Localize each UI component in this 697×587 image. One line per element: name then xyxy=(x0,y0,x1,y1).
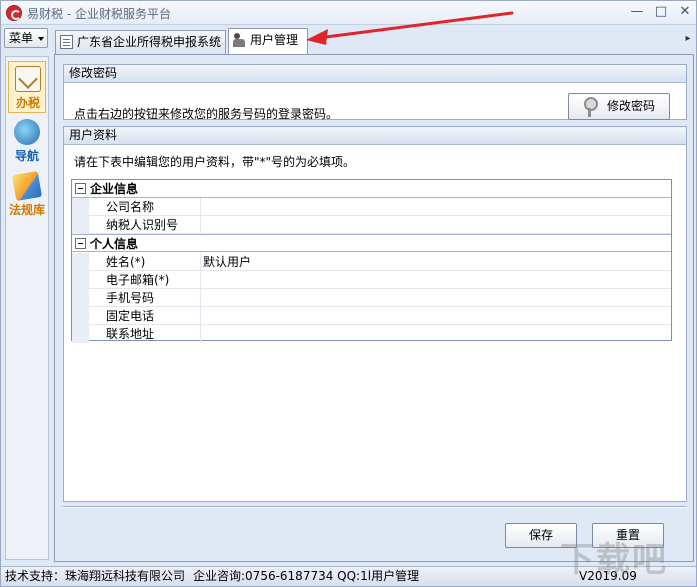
property-row[interactable]: 纳税人识别号 xyxy=(72,216,671,234)
reset-button[interactable]: 重置 xyxy=(592,523,664,548)
change-password-panel: 修改密码 点击右边的按钮来修改您的服务号码的登录密码。 修改密码 xyxy=(63,64,687,121)
profile-description: 请在下表中编辑您的用户资料，带"*"号的为必填项。 xyxy=(74,155,356,169)
property-grid: 企业信息 公司名称 纳税人识别号 个人信息 姓名(*) 默认用户 电子邮箱(*)… xyxy=(71,179,672,343)
row-gutter xyxy=(72,216,89,234)
save-button[interactable]: 保存 xyxy=(505,523,577,548)
tab-tax-filing[interactable]: 广东省企业所得税申报系统 xyxy=(55,30,226,54)
users-icon xyxy=(233,33,246,47)
email-field[interactable] xyxy=(202,271,670,289)
name-field[interactable]: 默认用户 xyxy=(202,253,670,271)
tax-edit-icon xyxy=(15,66,41,92)
row-gutter xyxy=(72,271,89,289)
property-name: 公司名称 xyxy=(89,198,201,216)
tab-label: 广东省企业所得税申报系统 xyxy=(77,35,222,49)
maximize-button[interactable]: □ xyxy=(652,3,670,21)
property-name: 手机号码 xyxy=(89,289,201,307)
panel-title: 修改密码 xyxy=(64,65,686,83)
globe-icon xyxy=(14,119,40,145)
sidebar-item-law-library[interactable]: 法规库 xyxy=(8,169,46,221)
property-name: 纳税人识别号 xyxy=(89,216,201,234)
app-window: 易财税 - 企业财税服务平台 — □ ✕ 菜单 广东省企业所得税申报系统 用户管… xyxy=(0,0,697,587)
button-label: 修改密码 xyxy=(607,99,656,113)
main-content: 修改密码 点击右边的按钮来修改您的服务号码的登录密码。 修改密码 用户资料 请在… xyxy=(54,54,694,562)
sidebar-item-label: 导航 xyxy=(14,149,39,163)
tech-support-text: 技术支持：珠海翔远科技有限公司 xyxy=(5,569,186,583)
panel-title: 用户资料 xyxy=(64,127,686,145)
menu-label: 菜单 xyxy=(9,31,34,45)
law-book-icon xyxy=(11,170,43,202)
key-icon xyxy=(583,97,598,117)
row-gutter xyxy=(72,325,89,343)
address-field[interactable] xyxy=(202,325,670,343)
category-label: 企业信息 xyxy=(90,182,139,196)
property-name: 固定电话 xyxy=(89,307,201,325)
document-icon xyxy=(60,35,73,49)
landline-field[interactable] xyxy=(202,307,670,325)
property-row[interactable]: 联系地址 xyxy=(72,325,671,343)
version-text: V2019.09 xyxy=(579,569,637,583)
tab-scroll-right-button[interactable]: ▸ xyxy=(682,31,694,47)
sidebar-item-label: 法规库 xyxy=(8,203,45,217)
property-name: 联系地址 xyxy=(89,325,201,343)
sidebar-item-label: 办税 xyxy=(15,96,40,110)
company-name-field[interactable] xyxy=(202,198,670,216)
category-row-personal[interactable]: 个人信息 xyxy=(72,234,671,252)
property-row[interactable]: 姓名(*) 默认用户 xyxy=(72,253,671,271)
window-title: 易财税 - 企业财税服务平台 xyxy=(27,7,171,21)
tab-user-management[interactable]: 用户管理 xyxy=(228,28,308,54)
user-profile-panel: 用户资料 请在下表中编辑您的用户资料，带"*"号的为必填项。 企业信息 公司名称… xyxy=(63,126,687,502)
left-sidebar: 办税 导航 法规库 xyxy=(5,56,49,560)
property-name: 电子邮箱(*) xyxy=(89,271,201,289)
minimize-button[interactable]: — xyxy=(628,3,646,21)
change-password-button[interactable]: 修改密码 xyxy=(568,93,670,120)
sidebar-item-navigation[interactable]: 导航 xyxy=(8,115,46,167)
app-logo-icon xyxy=(6,5,22,21)
status-bar: 技术支持：珠海翔远科技有限公司 企业咨询:0756-6187734 QQ:1l用… xyxy=(1,566,696,586)
category-row-company[interactable]: 企业信息 xyxy=(72,180,671,198)
mobile-field[interactable] xyxy=(202,289,670,307)
property-row[interactable]: 固定电话 xyxy=(72,307,671,325)
collapse-icon[interactable] xyxy=(75,238,86,249)
property-row[interactable]: 手机号码 xyxy=(72,289,671,307)
menu-dropdown-button[interactable]: 菜单 xyxy=(4,28,48,48)
password-description: 点击右边的按钮来修改您的服务号码的登录密码。 xyxy=(74,107,339,121)
row-gutter xyxy=(72,253,89,271)
property-row[interactable]: 电子邮箱(*) xyxy=(72,271,671,289)
title-bar[interactable]: 易财税 - 企业财税服务平台 — □ ✕ xyxy=(1,1,696,25)
taxpayer-id-field[interactable] xyxy=(202,216,670,234)
property-row[interactable]: 公司名称 xyxy=(72,198,671,216)
row-gutter xyxy=(72,198,89,216)
tab-label: 用户管理 xyxy=(250,33,299,47)
sidebar-item-tax[interactable]: 办税 xyxy=(8,61,46,113)
row-gutter xyxy=(72,307,89,325)
divider xyxy=(63,506,687,508)
collapse-icon[interactable] xyxy=(75,183,86,194)
close-button[interactable]: ✕ xyxy=(676,3,694,21)
caret-down-icon xyxy=(38,37,44,41)
consult-text: 企业咨询:0756-6187734 QQ:1l用户管理 xyxy=(193,569,420,583)
category-label: 个人信息 xyxy=(90,237,139,251)
row-gutter xyxy=(72,289,89,307)
property-name: 姓名(*) xyxy=(89,253,201,271)
